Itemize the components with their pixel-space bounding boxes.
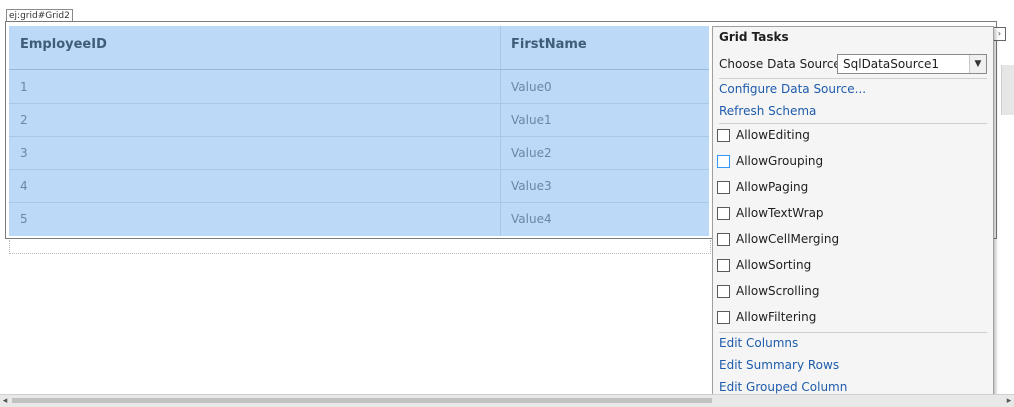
chevron-down-icon[interactable]: ▼ <box>969 55 986 73</box>
cell-firstname: Value3 <box>511 179 552 193</box>
option-label: AllowPaging <box>736 180 809 194</box>
checkbox[interactable] <box>717 311 730 324</box>
chevron-right-icon[interactable]: › <box>993 27 1006 41</box>
scroll-left-arrow-icon[interactable]: ◂ <box>0 395 10 407</box>
divider <box>719 332 987 333</box>
data-source-value: SqlDataSource1 <box>843 57 940 71</box>
column-header-employeeid[interactable]: EmployeeID <box>20 26 107 70</box>
option-allow-grouping[interactable]: AllowGrouping <box>717 152 977 170</box>
data-source-select[interactable]: SqlDataSource1 ▼ <box>837 54 987 74</box>
table-row[interactable]: 5 Value4 <box>9 202 709 235</box>
option-allow-editing[interactable]: AllowEditing <box>717 126 977 144</box>
option-label: AllowTextWrap <box>736 206 824 220</box>
cell-firstname: Value2 <box>511 146 552 160</box>
edit-grouped-column-link[interactable]: Edit Grouped Column <box>719 380 847 394</box>
configure-data-source-link[interactable]: Configure Data Source... <box>719 82 866 96</box>
panel-title: Grid Tasks <box>719 30 789 44</box>
grid-control[interactable]: EmployeeID FirstName 1 Value0 2 Value1 3… <box>9 26 709 236</box>
cell-firstname: Value4 <box>511 212 552 226</box>
cell-employeeid: 2 <box>20 113 28 127</box>
divider <box>719 78 987 79</box>
option-label: AllowFiltering <box>736 310 817 324</box>
option-label: AllowEditing <box>736 128 810 142</box>
option-allow-filtering[interactable]: AllowFiltering <box>717 308 977 326</box>
option-label: AllowScrolling <box>736 284 820 298</box>
option-label: AllowGrouping <box>736 154 824 168</box>
cell-employeeid: 5 <box>20 212 28 226</box>
table-row[interactable]: 2 Value1 <box>9 103 709 137</box>
table-row[interactable]: 4 Value3 <box>9 169 709 203</box>
data-source-label: Choose Data Source: <box>719 57 845 71</box>
grid-tasks-panel: Grid Tasks Choose Data Source: SqlDataSo… <box>712 26 994 400</box>
edit-summary-rows-link[interactable]: Edit Summary Rows <box>719 358 839 372</box>
table-row[interactable]: 1 Value0 <box>9 70 709 104</box>
cell-employeeid: 1 <box>20 80 28 94</box>
checkbox[interactable] <box>717 233 730 246</box>
option-allow-paging[interactable]: AllowPaging <box>717 178 977 196</box>
cell-employeeid: 3 <box>20 146 28 160</box>
option-label: AllowSorting <box>736 258 812 272</box>
checkbox[interactable] <box>717 129 730 142</box>
checkbox[interactable] <box>717 207 730 220</box>
scrollbar-thumb[interactable] <box>12 398 712 403</box>
option-label: AllowCellMerging <box>736 232 840 246</box>
vertical-scrollbar[interactable] <box>1001 65 1014 115</box>
option-allow-text-wrap[interactable]: AllowTextWrap <box>717 204 977 222</box>
cell-firstname: Value1 <box>511 113 552 127</box>
table-row[interactable]: 3 Value2 <box>9 136 709 170</box>
cell-firstname: Value0 <box>511 80 552 94</box>
option-allow-cell-merging[interactable]: AllowCellMerging <box>717 230 977 248</box>
edit-columns-link[interactable]: Edit Columns <box>719 336 798 350</box>
divider <box>719 123 987 124</box>
grid-dotted-bounds <box>9 240 711 254</box>
scroll-right-arrow-icon[interactable]: ▸ <box>1004 395 1014 407</box>
option-allow-sorting[interactable]: AllowSorting <box>717 256 977 274</box>
option-allow-scrolling[interactable]: AllowScrolling <box>717 282 977 300</box>
checkbox[interactable] <box>717 181 730 194</box>
checkbox[interactable] <box>717 285 730 298</box>
horizontal-scrollbar[interactable]: ◂ ▸ <box>0 394 1014 407</box>
checkbox[interactable] <box>717 155 730 168</box>
refresh-schema-link[interactable]: Refresh Schema <box>719 104 816 118</box>
checkbox[interactable] <box>717 259 730 272</box>
column-header-firstname[interactable]: FirstName <box>511 26 587 70</box>
cell-employeeid: 4 <box>20 179 28 193</box>
